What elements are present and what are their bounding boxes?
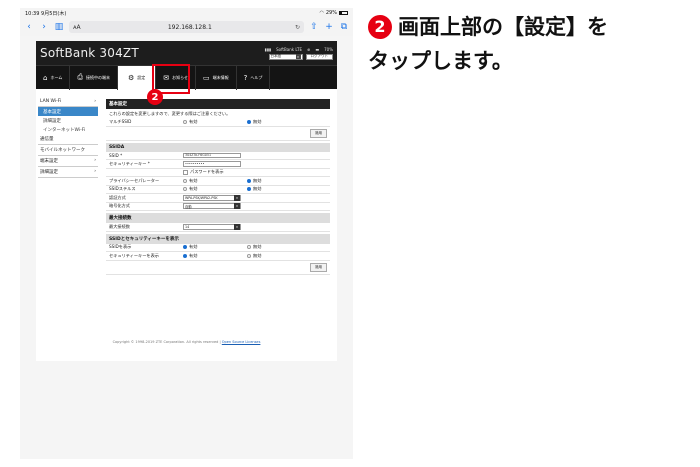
wifi-icon: ◠ <box>319 10 324 16</box>
sidebar-detail-settings[interactable]: 詳細設定 <box>38 116 98 125</box>
multi-ssid-row: マルチSSID 有効 無効 <box>106 118 330 127</box>
section-ssid-a: SSIDA <box>106 142 330 152</box>
battery-icon <box>339 11 348 15</box>
chevron-down-icon: ▾ <box>234 194 240 201</box>
radio-privacy-off[interactable] <box>247 178 251 183</box>
ssid-stealth-row: SSIDステルス 有効 無効 <box>106 186 330 194</box>
page: 10:39 9月5日(木) ◠ 29% ‹ › ▥ ᴀA 192.168.128.… <box>0 0 700 467</box>
share-icon[interactable]: ⇧ <box>309 22 319 32</box>
sidebar-basic-settings[interactable]: 基本設定 <box>38 107 98 116</box>
radio-multi-ssid-on[interactable] <box>183 119 187 124</box>
radio-stealth-on[interactable] <box>183 187 187 192</box>
apply-button-1[interactable]: 適用 <box>310 128 327 138</box>
web-content: SoftBank 304ZT ▮▮▮ SoftBank LTE ⊕ ▬ 70% … <box>20 36 353 459</box>
instruction-line-1: 画面上部の【設定】を <box>398 15 608 39</box>
tabs-icon[interactable]: ⧉ <box>339 22 349 32</box>
footer-copyright: Copyright © 1998-2019 ZTE Corporation. A… <box>112 340 261 344</box>
tablet-screenshot: 10:39 9月5日(木) ◠ 29% ‹ › ▥ ᴀA 192.168.128.… <box>20 8 353 459</box>
radio-privacy-on[interactable] <box>183 178 187 183</box>
show-password-row: パスワードを表示 <box>106 169 330 177</box>
section-show-ssid-key: SSIDとセキュリティーキーを表示 <box>106 233 330 244</box>
chevron-down-icon: ▾ <box>234 223 240 230</box>
section-basic: 基本設定 <box>106 99 330 109</box>
signal-icon: ▮▮▮ <box>264 46 272 52</box>
sidebar-internet-wifi[interactable]: インターネットWi-Fi <box>38 125 98 134</box>
devices-icon: ⎙ <box>77 73 83 81</box>
ssid-input[interactable]: 304ZTa-F6G051 <box>183 152 241 158</box>
step-number-badge: 2 <box>368 15 392 39</box>
radio-show-ssid-off[interactable] <box>247 245 251 250</box>
menu-help[interactable]: ? ヘルプ <box>237 65 271 90</box>
sidebar-detailed-settings[interactable]: 詳細設定 › <box>38 167 98 178</box>
gear-icon: ⚙ <box>127 73 135 82</box>
encryption-row: 暗号化方式 自動 ▾ <box>106 203 330 211</box>
back-button[interactable]: ‹ <box>24 22 34 32</box>
globe-icon: ⊕ <box>306 46 311 52</box>
instruction-text: 2 画面上部の【設定】を タップします。 <box>368 10 693 78</box>
chevron-down-icon: ▾ <box>234 203 240 210</box>
menu-home[interactable]: ⌂ ホーム <box>36 65 71 90</box>
reload-icon[interactable]: ↻ <box>295 24 300 31</box>
date: 9月5日(木) <box>41 10 67 17</box>
help-icon: ? <box>243 73 248 82</box>
reader-aa-button[interactable]: ᴀA <box>73 24 81 31</box>
logout-button[interactable]: ログアウト <box>305 53 333 60</box>
url-text: 192.168.128.1 <box>167 23 212 31</box>
radio-multi-ssid-off[interactable] <box>247 119 251 124</box>
info-icon: ▭ <box>203 73 210 82</box>
menu-settings[interactable]: ⚙ 設定 <box>117 65 157 90</box>
sidebar-device-settings[interactable]: 端末設定 › <box>38 156 98 167</box>
battery-percent: 29% <box>325 10 337 16</box>
router-header: SoftBank 304ZT ▮▮▮ SoftBank LTE ⊕ ▬ 70% … <box>36 41 337 65</box>
show-password-checkbox[interactable] <box>183 169 188 175</box>
router-battery: 70% <box>324 46 333 52</box>
apply-button-2[interactable]: 適用 <box>310 262 327 272</box>
sidebar-mobile-network[interactable]: モバイルネットワーク <box>38 145 98 156</box>
auth-method-select[interactable]: WPA-PSK/WPA2-PSK ▾ <box>183 194 241 201</box>
menu-device-info[interactable]: ▭ 端末情報 <box>196 65 237 90</box>
ssid-row: SSID * 304ZTa-F6G051 <box>106 152 330 160</box>
router-battery-icon: ▬ <box>315 46 320 52</box>
settings-form: 基本設定 これらの設定を変更しますので、変更する際はご注意ください。 マルチSS… <box>106 97 330 275</box>
max-connections-row: 最大接続数 14 ▾ <box>106 223 330 232</box>
sidebar: LAN Wi-Fi › 基本設定 詳細設定 インターネットWi-Fi 通信量 モバ… <box>38 97 98 178</box>
notice-text: これらの設定を変更しますので、変更する際はご注意ください。 <box>109 110 231 116</box>
auth-method-row: 認証方式 WPA-PSK/WPA2-PSK ▾ <box>106 194 330 203</box>
menu-devices[interactable]: ⎙ 接続中の端末 <box>70 65 118 90</box>
open-source-licenses-link[interactable]: Open Source Licenses <box>222 340 261 344</box>
forward-button[interactable]: › <box>39 22 49 32</box>
section-max-connections: 最大接続数 <box>106 213 330 223</box>
time: 10:39 <box>25 10 40 17</box>
address-bar[interactable]: ᴀA 192.168.128.1 ↻ <box>69 21 304 33</box>
bookmarks-icon[interactable]: ▥ <box>54 22 64 32</box>
language-select[interactable]: 日本語 ▾ <box>268 53 303 60</box>
show-key-row: セキュリティーキーを表示 有効 無効 <box>106 252 330 261</box>
radio-show-key-on[interactable] <box>183 253 187 258</box>
show-ssid-row: SSIDを表示 有効 無効 <box>106 244 330 252</box>
radio-stealth-off[interactable] <box>247 187 251 192</box>
radio-show-ssid-on[interactable] <box>183 245 187 250</box>
instruction-line-2: タップします。 <box>368 49 513 73</box>
security-key-row: セキュリティーキー * •••••••••• <box>106 160 330 169</box>
new-tab-icon[interactable]: + <box>324 22 334 32</box>
router-logo: SoftBank 304ZT <box>40 46 139 60</box>
home-icon: ⌂ <box>43 73 48 82</box>
radio-show-key-off[interactable] <box>247 253 251 258</box>
encryption-select[interactable]: 自動 ▾ <box>183 203 241 210</box>
safari-toolbar: ‹ › ▥ ᴀA 192.168.128.1 ↻ ⇧ + ⧉ <box>20 18 353 36</box>
carrier-label: SoftBank LTE <box>276 46 302 52</box>
chevron-down-icon: ▾ <box>295 54 301 59</box>
status-bar: 10:39 9月5日(木) ◠ 29% <box>20 8 353 18</box>
sidebar-lan-wifi[interactable]: LAN Wi-Fi › <box>38 97 98 107</box>
step-badge-overlay: 2 <box>147 89 163 105</box>
sidebar-traffic[interactable]: 通信量 <box>38 134 98 145</box>
max-connections-select[interactable]: 14 ▾ <box>183 223 241 230</box>
privacy-separator-row: プライバシーセパレーター 有効 無効 <box>106 177 330 186</box>
security-key-input[interactable]: •••••••••• <box>183 161 241 167</box>
